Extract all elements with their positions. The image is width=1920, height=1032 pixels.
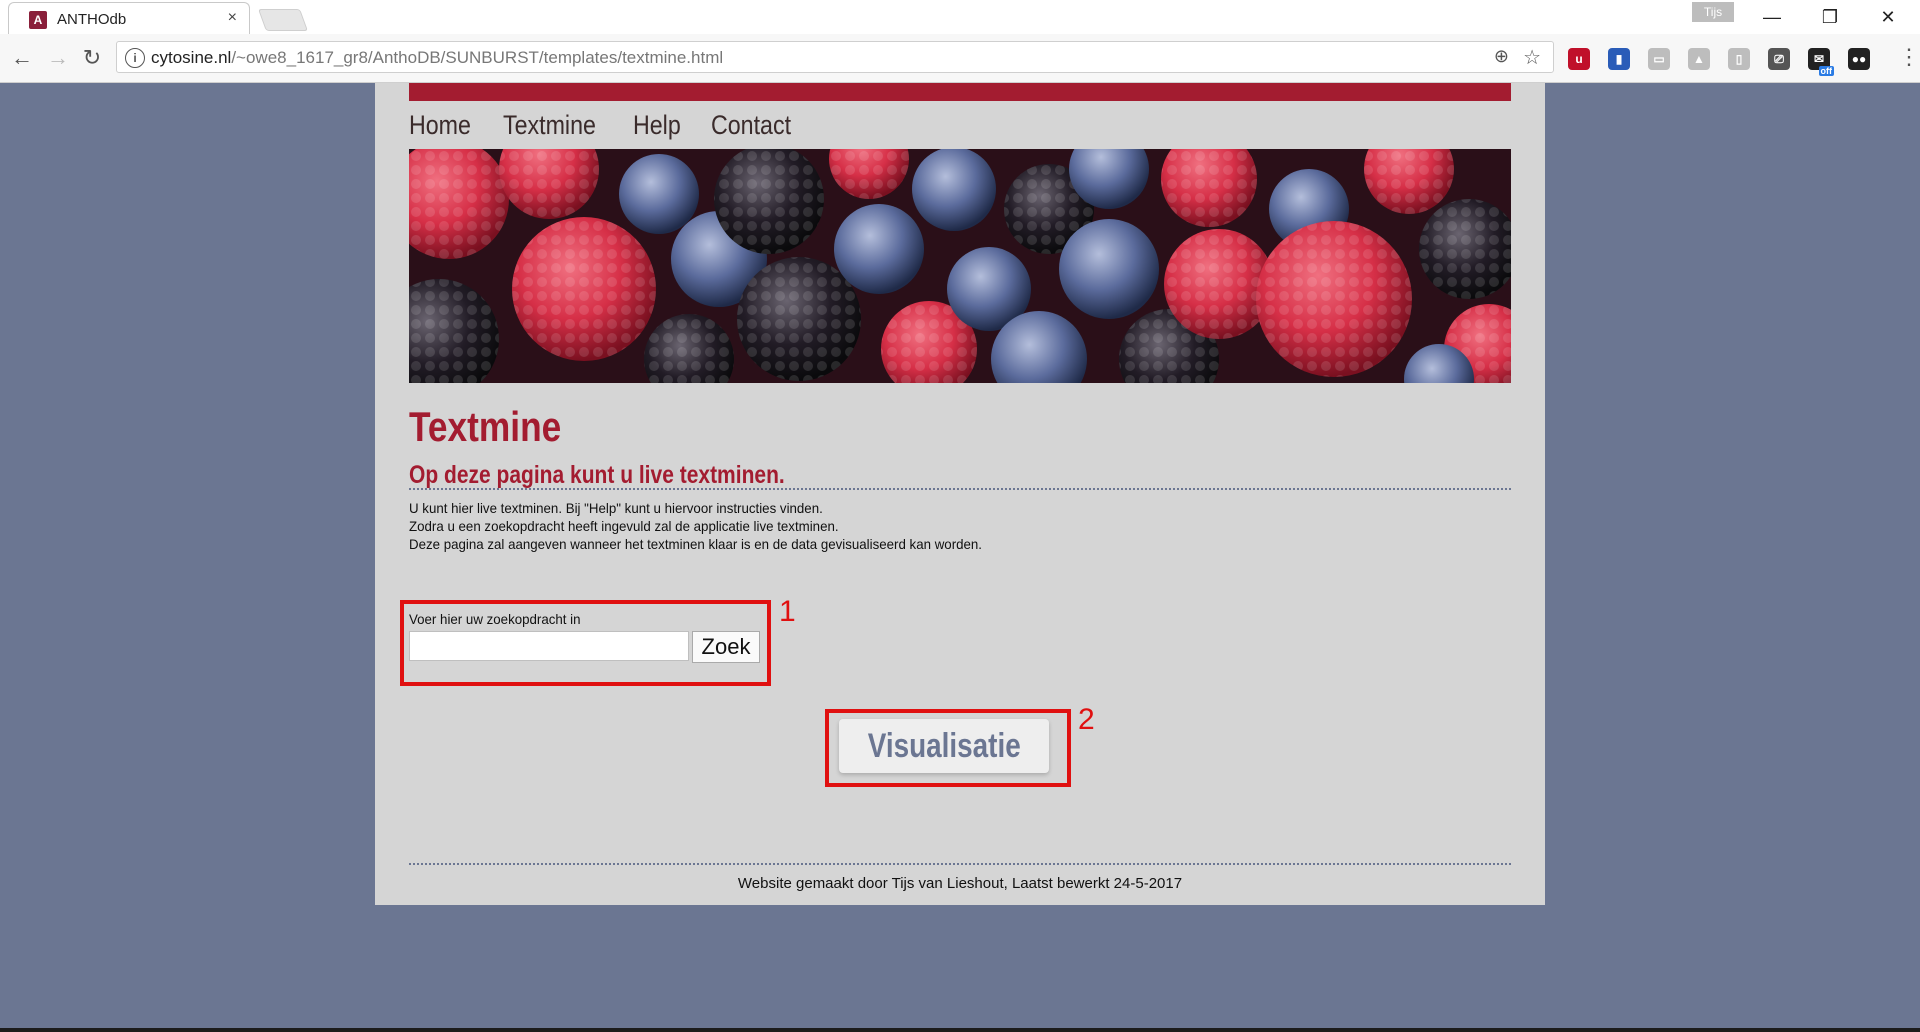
- ublock-icon[interactable]: u: [1568, 48, 1590, 70]
- header-red-bar: [409, 83, 1511, 101]
- divider: [409, 488, 1511, 490]
- book-extension-icon[interactable]: ▮: [1608, 48, 1630, 70]
- extension-grey-2-icon[interactable]: ▯: [1728, 48, 1750, 70]
- intro-line-3: Deze pagina zal aangeven wanneer het tex…: [409, 536, 983, 552]
- minimize-icon[interactable]: —: [1752, 4, 1792, 30]
- mail-checker-icon[interactable]: ✉ off: [1808, 48, 1834, 76]
- url-path: /~owe8_1617_gr8/AnthoDB/SUNBURST/templat…: [231, 48, 724, 67]
- incognito-icon[interactable]: ●●: [1848, 48, 1870, 70]
- drive-icon[interactable]: ▲: [1688, 48, 1710, 70]
- reload-icon[interactable]: ↻: [78, 44, 106, 72]
- taskbar-edge: [0, 1028, 1920, 1032]
- annotation-number-1: 1: [779, 595, 796, 628]
- extension-grey-1-icon[interactable]: ▭: [1648, 48, 1670, 70]
- forward-arrow-icon[interactable]: →: [44, 44, 72, 72]
- profile-button[interactable]: Tijs: [1692, 2, 1734, 22]
- close-window-icon[interactable]: ✕: [1868, 4, 1908, 30]
- tab-title: ANTHOdb: [57, 11, 127, 28]
- page-container: Home Textmine Help Contact Textmine Op d…: [375, 83, 1545, 905]
- extension-badge: off: [1818, 66, 1834, 76]
- page-subtitle: Op deze pagina kunt u live textminen.: [409, 461, 785, 489]
- site-nav: Home Textmine Help Contact: [409, 101, 826, 149]
- back-arrow-icon[interactable]: ←: [8, 44, 36, 72]
- intro-line-1: U kunt hier live textminen. Bij "Help" k…: [409, 500, 823, 516]
- tab-bar: A ANTHOdb × Tijs — ❐ ✕: [0, 0, 1920, 35]
- annotation-box-2: [825, 709, 1071, 787]
- cast-icon[interactable]: ⎚: [1768, 48, 1790, 70]
- site-favicon-icon: A: [29, 11, 47, 29]
- address-url[interactable]: cytosine.nl/~owe8_1617_gr8/AnthoDB/SUNBU…: [151, 48, 723, 68]
- new-tab-button[interactable]: [257, 9, 309, 31]
- footer-divider: [409, 863, 1511, 865]
- address-bar[interactable]: i cytosine.nl/~owe8_1617_gr8/AnthoDB/SUN…: [116, 41, 1554, 73]
- nav-home[interactable]: Home: [409, 101, 471, 149]
- zoom-icon[interactable]: ⊕: [1494, 46, 1509, 67]
- annotation-box-1: [400, 600, 771, 686]
- nav-help[interactable]: Help: [633, 101, 681, 149]
- browser-tab[interactable]: A ANTHOdb ×: [8, 2, 250, 34]
- info-icon[interactable]: i: [125, 48, 145, 68]
- url-host: cytosine.nl: [151, 48, 232, 67]
- footer-text: Website gemaakt door Tijs van Lieshout, …: [737, 875, 1183, 892]
- menu-kebab-icon[interactable]: ⋮: [1898, 46, 1920, 68]
- berries-banner-image: [409, 149, 1511, 383]
- nav-contact[interactable]: Contact: [711, 101, 791, 149]
- close-tab-icon[interactable]: ×: [228, 9, 237, 27]
- berries-illustration: [409, 149, 1511, 383]
- browser-toolbar: ← → ↻ i cytosine.nl/~owe8_1617_gr8/Antho…: [0, 34, 1920, 83]
- intro-line-2: Zodra u een zoekopdracht heeft ingevuld …: [409, 518, 839, 534]
- annotation-number-2: 2: [1078, 703, 1095, 736]
- bookmark-star-icon[interactable]: ☆: [1523, 45, 1541, 70]
- intro-text: U kunt hier live textminen. Bij "Help" k…: [409, 499, 982, 553]
- restore-icon[interactable]: ❐: [1810, 4, 1850, 30]
- nav-textmine[interactable]: Textmine: [503, 101, 596, 149]
- page-title: Textmine: [409, 403, 562, 450]
